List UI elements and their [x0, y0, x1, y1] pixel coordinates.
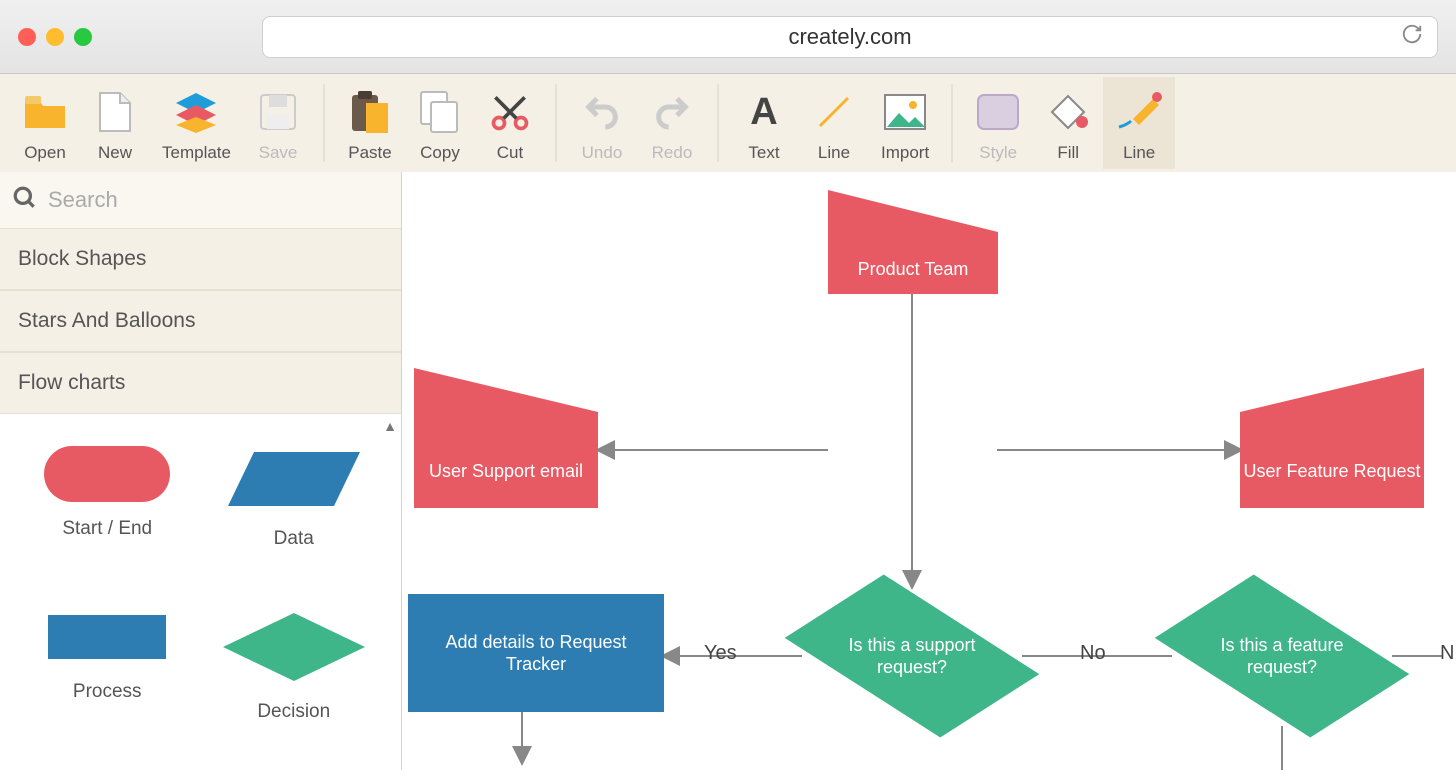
- category-stars-balloons[interactable]: Stars And Balloons: [0, 290, 401, 352]
- node-user-support-email[interactable]: User Support email: [414, 368, 598, 508]
- line-tool-button[interactable]: Line: [799, 77, 869, 169]
- shape-start-end[interactable]: Start / End: [14, 444, 201, 604]
- search-input[interactable]: [48, 187, 389, 213]
- scissors-icon: [488, 87, 532, 137]
- app-toolbar: Open New Template Save Paste: [0, 74, 1456, 172]
- layers-icon: [173, 87, 219, 137]
- node-add-details[interactable]: Add details to Request Tracker: [408, 594, 664, 712]
- category-flow-charts[interactable]: Flow charts: [0, 352, 401, 414]
- text-icon: A: [744, 87, 784, 137]
- reload-icon[interactable]: [1401, 23, 1423, 51]
- toolbar-separator: [717, 84, 719, 162]
- close-window-button[interactable]: [18, 28, 36, 46]
- line-style-button[interactable]: Line: [1103, 77, 1175, 169]
- paste-button[interactable]: Paste: [335, 77, 405, 169]
- shape-data[interactable]: Data: [201, 444, 388, 604]
- text-tool-button[interactable]: A Text: [729, 77, 799, 169]
- shapes-panel: ▲ Start / End Data Process Decision: [0, 414, 401, 770]
- url-bar[interactable]: creately.com: [262, 16, 1438, 58]
- scroll-up-icon[interactable]: ▲: [383, 418, 397, 434]
- folder-icon: [23, 87, 67, 137]
- edge-label-yes: Yes: [704, 642, 737, 665]
- window-controls: [18, 28, 92, 46]
- paste-icon: [348, 87, 392, 137]
- style-swatch-icon: [976, 87, 1020, 137]
- cut-button[interactable]: Cut: [475, 77, 545, 169]
- template-button[interactable]: Template: [150, 77, 243, 169]
- undo-button[interactable]: Undo: [567, 77, 637, 169]
- node-support-decision[interactable]: Is this a support request?: [802, 586, 1022, 726]
- paint-bucket-icon: [1046, 87, 1090, 137]
- shape-decision[interactable]: Decision: [201, 607, 388, 767]
- fill-button[interactable]: Fill: [1033, 77, 1103, 169]
- toolbar-separator: [555, 84, 557, 162]
- shape-process[interactable]: Process: [14, 607, 201, 767]
- diagram-canvas[interactable]: Product Team User Support email User Fea…: [402, 172, 1456, 770]
- search-icon: [12, 185, 38, 216]
- node-feature-decision[interactable]: Is this a feature request?: [1172, 586, 1392, 726]
- edge-label-no-2: N: [1440, 642, 1454, 665]
- url-text: creately.com: [788, 24, 911, 50]
- browser-chrome: creately.com: [0, 0, 1456, 74]
- svg-text:A: A: [750, 92, 777, 132]
- search-row: [0, 172, 401, 228]
- edge-label-no: No: [1080, 642, 1106, 665]
- save-button[interactable]: Save: [243, 77, 313, 169]
- line-icon: [814, 87, 854, 137]
- new-button[interactable]: New: [80, 77, 150, 169]
- image-icon: [883, 87, 927, 137]
- copy-button[interactable]: Copy: [405, 77, 475, 169]
- open-button[interactable]: Open: [10, 77, 80, 169]
- style-button[interactable]: Style: [963, 77, 1033, 169]
- copy-icon: [419, 87, 461, 137]
- redo-button[interactable]: Redo: [637, 77, 707, 169]
- undo-icon: [582, 87, 622, 137]
- category-block-shapes[interactable]: Block Shapes: [0, 228, 401, 290]
- node-product-team[interactable]: Product Team: [828, 190, 998, 294]
- node-user-feature-request[interactable]: User Feature Request: [1240, 368, 1424, 508]
- minimize-window-button[interactable]: [46, 28, 64, 46]
- maximize-window-button[interactable]: [74, 28, 92, 46]
- shapes-sidebar: Block Shapes Stars And Balloons Flow cha…: [0, 172, 402, 770]
- save-icon: [259, 87, 297, 137]
- toolbar-separator: [951, 84, 953, 162]
- toolbar-separator: [323, 84, 325, 162]
- new-document-icon: [98, 87, 132, 137]
- import-button[interactable]: Import: [869, 77, 941, 169]
- pencil-icon: [1115, 87, 1163, 137]
- redo-icon: [652, 87, 692, 137]
- workspace: Block Shapes Stars And Balloons Flow cha…: [0, 172, 1456, 770]
